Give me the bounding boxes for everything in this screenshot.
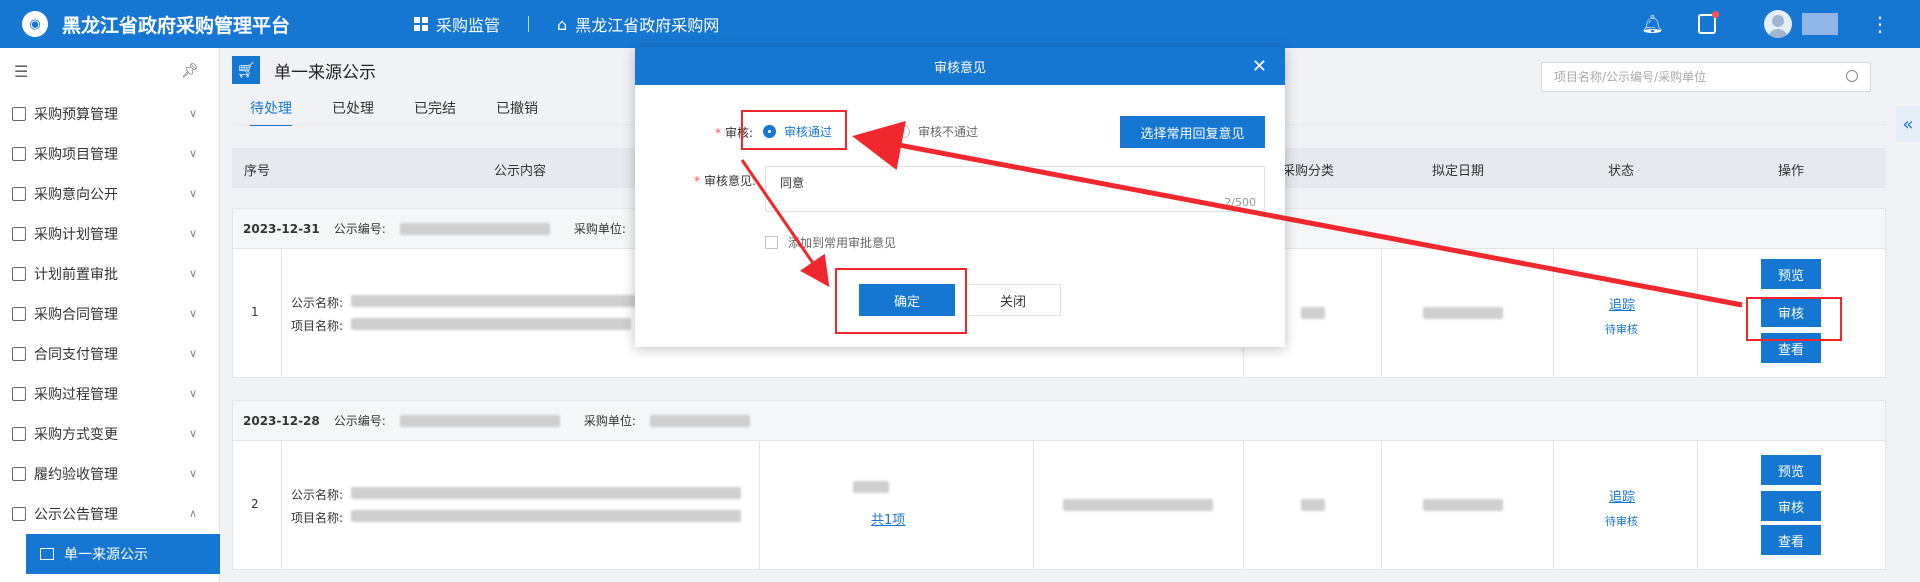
annotation-arrows	[740, 120, 1743, 308]
arrow-to-pass-thin	[861, 137, 1743, 306]
arrow-to-confirm	[740, 159, 830, 287]
